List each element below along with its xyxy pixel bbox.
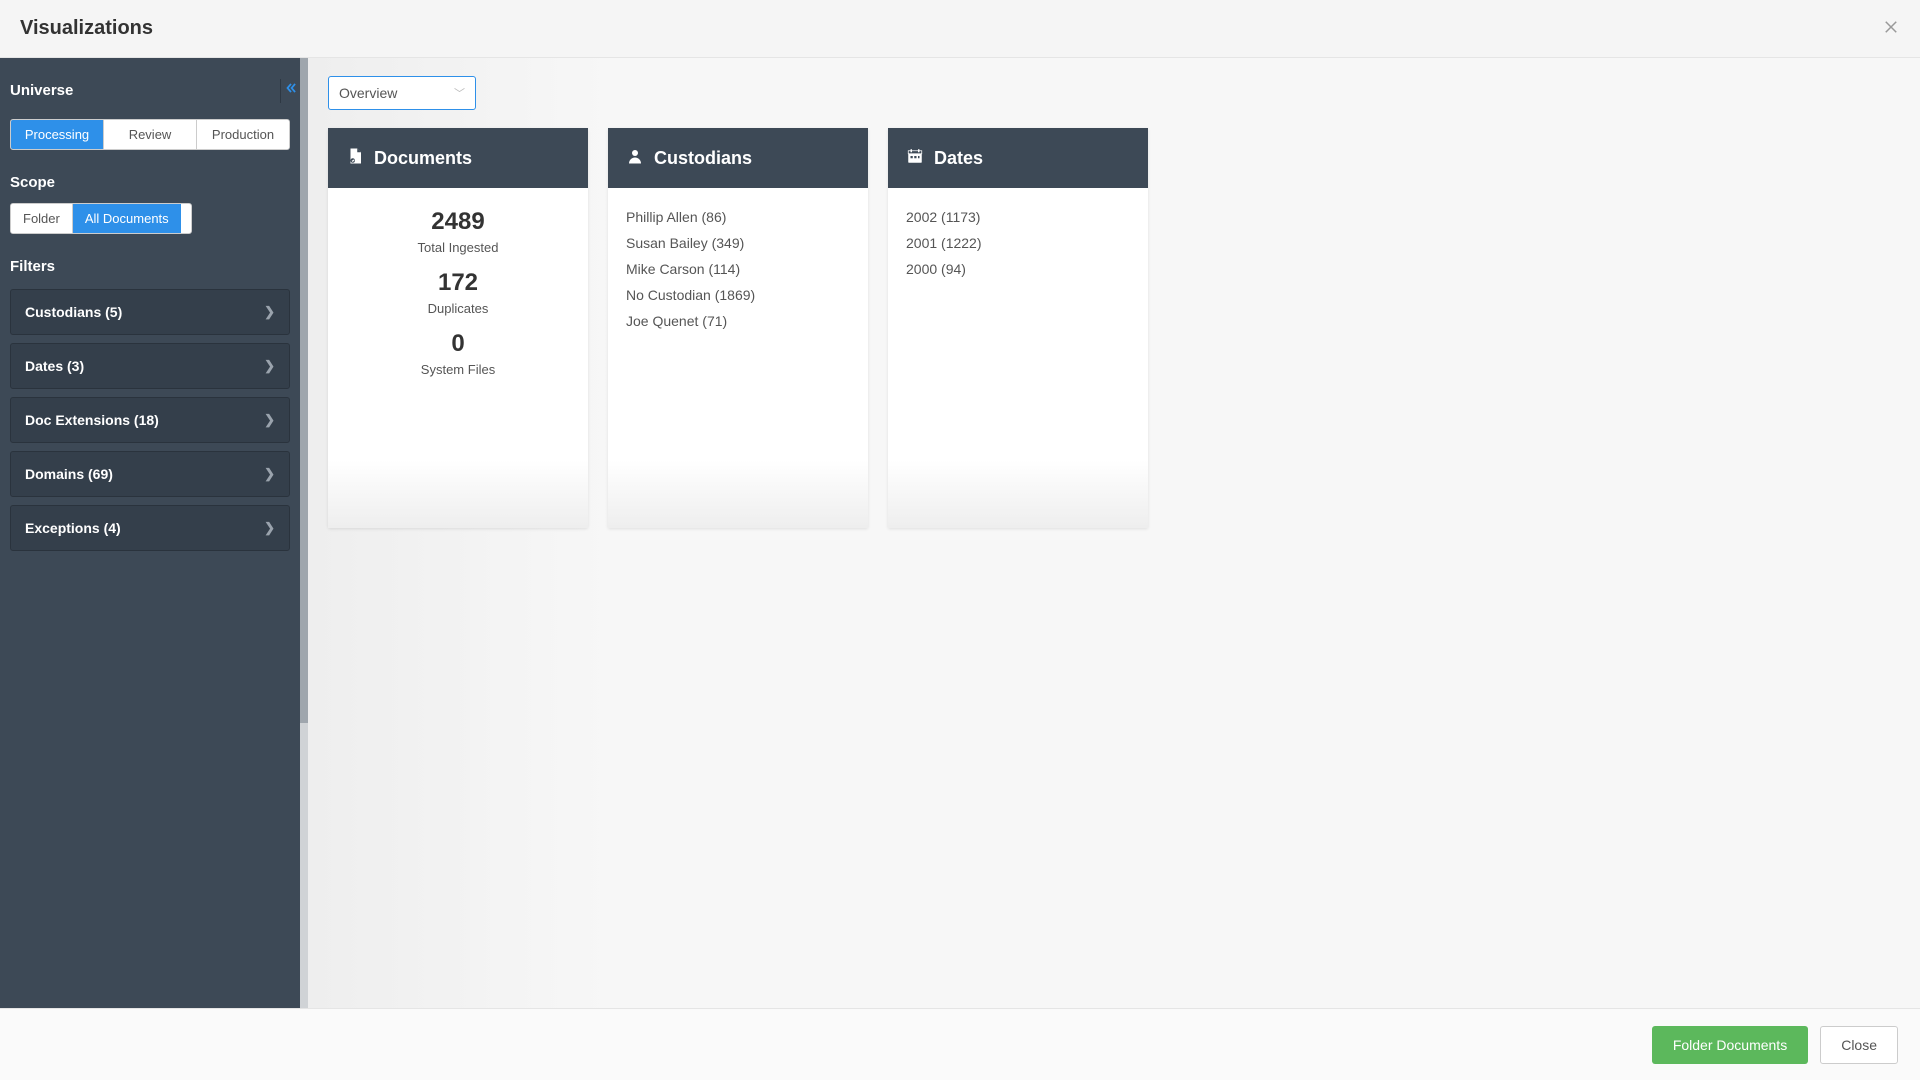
list-item: Mike Carson (114) bbox=[626, 256, 850, 282]
list-item: Susan Bailey (349) bbox=[626, 230, 850, 256]
card-dates: Dates 2002 (1173) 2001 (1222) 2000 (94) bbox=[888, 128, 1148, 528]
sidebar-collapse-button[interactable] bbox=[280, 79, 300, 103]
list-item: Joe Quenet (71) bbox=[626, 308, 850, 334]
stat-value: 2489 bbox=[346, 208, 570, 236]
stat-label: System Files bbox=[346, 362, 570, 377]
list-item: 2002 (1173) bbox=[906, 204, 1130, 230]
card-title: Documents bbox=[374, 148, 472, 169]
list-item: 2000 (94) bbox=[906, 256, 1130, 282]
dialog-footer: Folder Documents Close bbox=[0, 1008, 1920, 1080]
close-icon[interactable] bbox=[1882, 18, 1900, 40]
scope-label: Scope bbox=[10, 168, 290, 197]
card-custodians: Custodians Phillip Allen (86) Susan Bail… bbox=[608, 128, 868, 528]
filter-label: Custodians (5) bbox=[25, 304, 122, 320]
filters-label: Filters bbox=[10, 252, 290, 281]
card-title: Dates bbox=[934, 148, 983, 169]
sidebar-scrollbar[interactable] bbox=[300, 58, 308, 1008]
filter-label: Dates (3) bbox=[25, 358, 84, 374]
list-item: No Custodian (1869) bbox=[626, 282, 850, 308]
dialog-title: Visualizations bbox=[20, 17, 153, 40]
stat-label: Duplicates bbox=[346, 301, 570, 316]
chevron-right-icon: ❯ bbox=[264, 466, 275, 482]
card-documents: Documents 2489 Total Ingested 172 Duplic… bbox=[328, 128, 588, 528]
chevron-right-icon: ❯ bbox=[264, 412, 275, 428]
list-item: 2001 (1222) bbox=[906, 230, 1130, 256]
universe-label: Universe bbox=[10, 76, 73, 105]
filter-custodians[interactable]: Custodians (5) ❯ bbox=[10, 289, 290, 335]
scrollbar-thumb[interactable] bbox=[300, 58, 308, 723]
chevron-down-icon: ﹀ bbox=[454, 85, 465, 101]
main-content: Overview ﹀ Documents 2489 Total Ingested… bbox=[308, 58, 1920, 1008]
filter-label: Exceptions (4) bbox=[25, 520, 121, 536]
filters-list: Custodians (5) ❯ Dates (3) ❯ Doc Extensi… bbox=[10, 289, 290, 551]
stat-value: 0 bbox=[346, 330, 570, 358]
view-select[interactable]: Overview ﹀ bbox=[328, 76, 476, 110]
filter-label: Domains (69) bbox=[25, 466, 113, 482]
tab-processing[interactable]: Processing bbox=[11, 120, 104, 149]
chevron-right-icon: ❯ bbox=[264, 358, 275, 374]
scope-folder[interactable]: Folder bbox=[11, 204, 73, 233]
stat-label: Total Ingested bbox=[346, 240, 570, 255]
close-button[interactable]: Close bbox=[1820, 1026, 1898, 1064]
chevron-right-icon: ❯ bbox=[264, 520, 275, 536]
dialog-header: Visualizations bbox=[0, 0, 1920, 58]
filter-exceptions[interactable]: Exceptions (4) ❯ bbox=[10, 505, 290, 551]
filter-domains[interactable]: Domains (69) ❯ bbox=[10, 451, 290, 497]
stat-value: 172 bbox=[346, 269, 570, 297]
card-title: Custodians bbox=[654, 148, 752, 169]
calendar-icon bbox=[906, 147, 924, 170]
scope-all-documents[interactable]: All Documents bbox=[73, 204, 181, 233]
scope-toggle: Folder All Documents bbox=[10, 203, 192, 234]
tab-review[interactable]: Review bbox=[104, 120, 197, 149]
chevron-double-left-icon bbox=[284, 81, 298, 100]
chevron-right-icon: ❯ bbox=[264, 304, 275, 320]
tab-production[interactable]: Production bbox=[197, 120, 289, 149]
view-select-value: Overview bbox=[339, 85, 397, 101]
list-item: Phillip Allen (86) bbox=[626, 204, 850, 230]
folder-documents-button[interactable]: Folder Documents bbox=[1652, 1026, 1808, 1064]
person-icon bbox=[626, 147, 644, 170]
filter-doc-extensions[interactable]: Doc Extensions (18) ❯ bbox=[10, 397, 290, 443]
document-icon bbox=[346, 147, 364, 170]
filter-label: Doc Extensions (18) bbox=[25, 412, 159, 428]
universe-tabs: Processing Review Production bbox=[10, 119, 290, 150]
filter-dates[interactable]: Dates (3) ❯ bbox=[10, 343, 290, 389]
sidebar: Universe Processing Review Production Sc… bbox=[0, 58, 308, 1008]
